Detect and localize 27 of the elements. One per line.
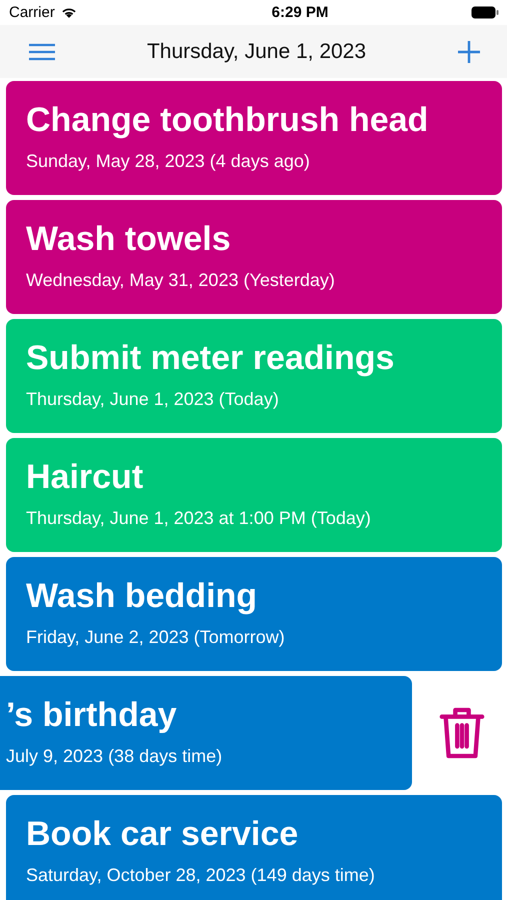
wifi-icon [60,6,78,19]
reminder-date: Sunday, May 28, 2023 (4 days ago) [26,151,311,172]
reminder-title: Submit meter readings [26,338,396,379]
menu-icon[interactable] [28,42,56,60]
add-icon[interactable] [457,40,481,64]
reminder-card[interactable]: Wash bedding Friday, June 2, 2023 (Tomorrow) [6,557,502,671]
reminder-date: Saturday, October 28, 2023 (149 days time) [26,865,376,886]
reminder-card[interactable]: Wash towels Wednesday, May 31, 2023 (Yesterday) [6,200,502,314]
reminder-title: Wash bedding [26,576,258,617]
reminder-title: Change toothbrush head [26,100,430,141]
reminder-title: Book car service [26,814,300,855]
reminder-date: Thursday, June 1, 2023 at 1:00 PM (Today) [26,508,372,529]
reminder-card[interactable]: ’s birthday July 9, 2023 (38 days time) [0,676,412,790]
clock-time: 6:29 PM [272,4,328,21]
nav-title: Thursday, June 1, 2023 [146,40,366,64]
reminder-card[interactable]: Book car service Saturday, October 28, 2023 (149 days time) [6,795,502,900]
reminder-title: ’s birthday [6,695,178,736]
reminder-title: Wash towels [26,219,232,260]
reminder-date: July 9, 2023 (38 days time) [6,746,224,767]
trash-icon[interactable] [439,706,485,760]
carrier-name: Carrier [9,4,55,21]
reminder-date: Wednesday, May 31, 2023 (Yesterday) [26,270,336,291]
battery-icon [470,6,499,19]
reminder-date: Thursday, June 1, 2023 (Today) [26,389,280,410]
reminder-card[interactable]: Change toothbrush head Sunday, May 28, 2023 (4 days ago) [6,81,502,195]
reminder-date: Friday, June 2, 2023 (Tomorrow) [26,627,286,648]
reminder-title: Haircut [26,457,144,498]
